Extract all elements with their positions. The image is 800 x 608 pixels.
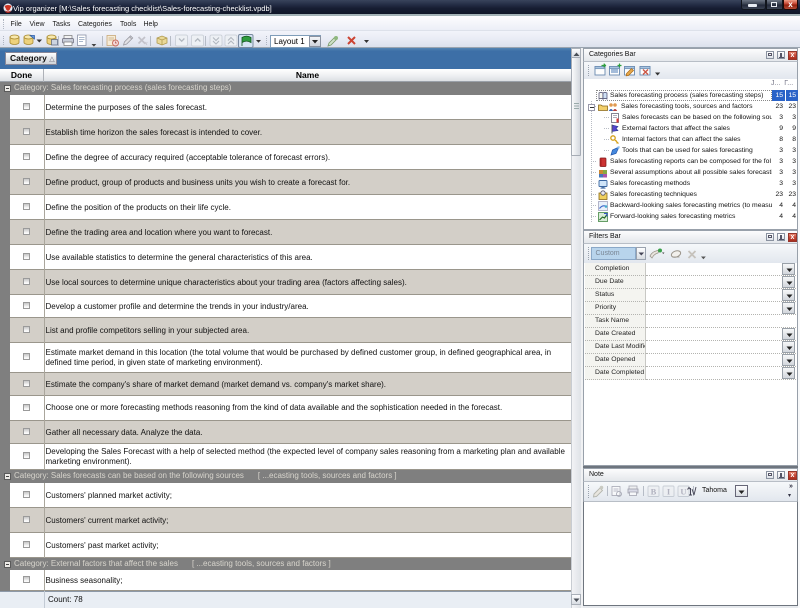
svg-text:B: B (651, 487, 657, 497)
svg-text:U: U (680, 487, 686, 497)
